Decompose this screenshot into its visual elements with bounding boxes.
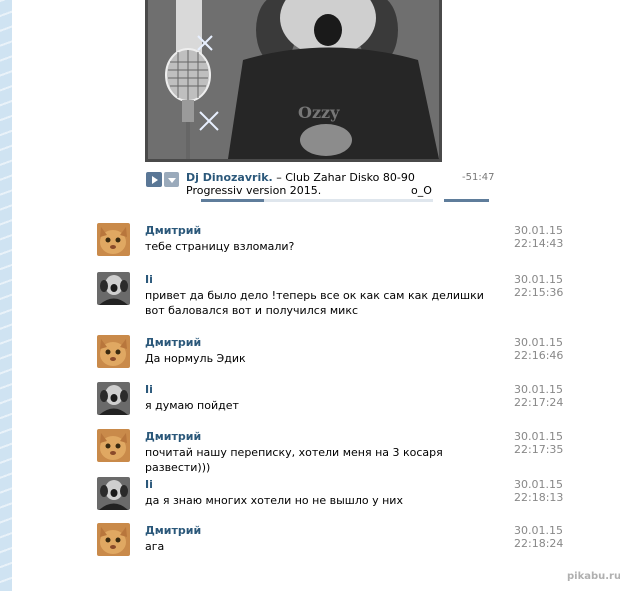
svg-text:Ozzy: Ozzy: [298, 103, 340, 122]
message-date: 30.01.15: [514, 224, 563, 237]
track-artist[interactable]: Dj Dinozavrik.: [186, 171, 273, 184]
message-text: тебе страницу взломали?: [145, 240, 295, 253]
progress-bar-fill: [201, 199, 264, 202]
audio-player: Dj Dinozavrik. – Club Zahar Disko 80-90 …: [146, 170, 495, 206]
message-author[interactable]: Дмитрий: [145, 336, 201, 349]
page-background-strip: [0, 0, 12, 591]
cat-avatar[interactable]: [97, 335, 130, 368]
message-author[interactable]: Ii: [145, 383, 153, 396]
play-button[interactable]: [146, 172, 162, 187]
message-text: ага: [145, 540, 165, 553]
message-time: 22:14:43: [514, 237, 564, 250]
boy-avatar[interactable]: [97, 477, 130, 510]
message-time: 22:17:35: [514, 443, 564, 456]
message-author[interactable]: Дмитрий: [145, 430, 201, 443]
message-author[interactable]: Дмитрий: [145, 224, 201, 237]
message-time: 22:18:13: [514, 491, 564, 504]
message-author[interactable]: Ii: [145, 273, 153, 286]
message-text: да я знаю многих хотели но не вышло у ни…: [145, 494, 403, 507]
cat-avatar[interactable]: [97, 223, 130, 256]
cat-avatar[interactable]: [97, 523, 130, 556]
boy-avatar[interactable]: [97, 272, 130, 305]
message-date: 30.01.15: [514, 383, 563, 396]
message-date: 30.01.15: [514, 478, 563, 491]
volume-slider[interactable]: [444, 199, 489, 202]
message-date: 30.01.15: [514, 524, 563, 537]
progress-bar[interactable]: [201, 199, 433, 202]
message-time: 22:17:24: [514, 396, 564, 409]
message-text: почитай нашу переписку, хотели меня на 3…: [145, 446, 443, 474]
track-duration: -51:47: [462, 172, 495, 183]
message-date: 30.01.15: [514, 273, 563, 286]
message-text: привет да было дело !теперь все ок как с…: [145, 289, 484, 317]
message-text: я думаю пойдет: [145, 399, 239, 412]
message-author[interactable]: Дмитрий: [145, 524, 201, 537]
message-author[interactable]: Ii: [145, 478, 153, 491]
cat-avatar[interactable]: [97, 429, 130, 462]
add-audio-button[interactable]: [164, 172, 179, 187]
message-date: 30.01.15: [514, 430, 563, 443]
message-text: Да нормуль Эдик: [145, 352, 246, 365]
boy-avatar[interactable]: [97, 382, 130, 415]
attached-photo[interactable]: Ozzy: [145, 0, 442, 162]
message-time: 22:15:36: [514, 286, 564, 299]
watermark: pikabu.ru: [567, 571, 620, 582]
message-time: 22:16:46: [514, 349, 564, 362]
track-extra-text: o_O: [411, 184, 432, 197]
track-info: Dj Dinozavrik. – Club Zahar Disko 80-90 …: [186, 171, 426, 197]
message-time: 22:18:24: [514, 537, 564, 550]
message-date: 30.01.15: [514, 336, 563, 349]
